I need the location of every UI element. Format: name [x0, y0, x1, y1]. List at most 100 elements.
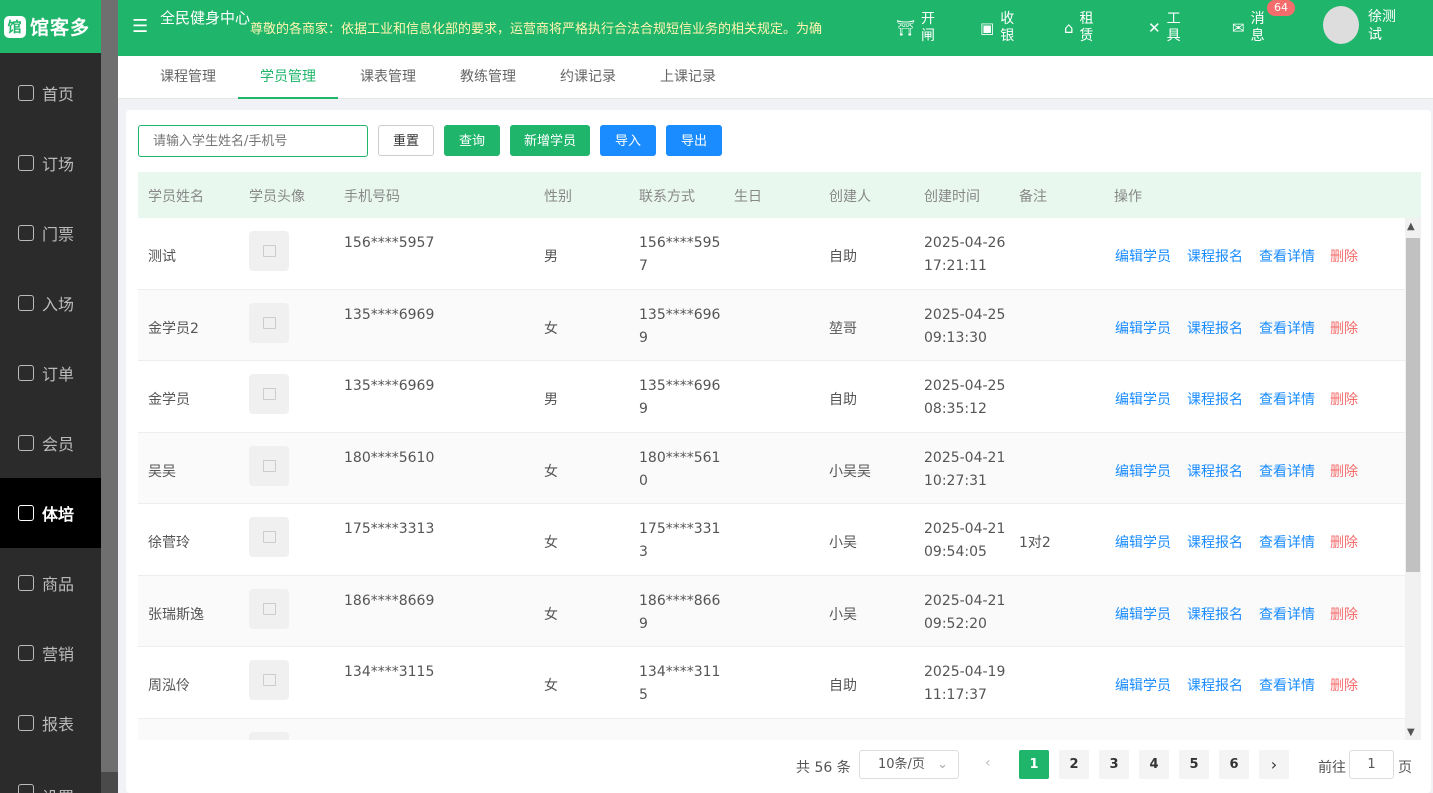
sidebar-item-marketing[interactable]: 营销	[0, 618, 101, 688]
query-button[interactable]: 查询	[444, 125, 500, 156]
table-row: 张瑞斯逸 186****8669 女 186****866 9 小吴 2025-04-21 0…	[138, 575, 1405, 647]
rent-label: 租赁	[1079, 11, 1094, 44]
created-date: 2025-04-21	[924, 449, 1006, 466]
page-size-select[interactable]: 10条/页 ⌄	[859, 750, 959, 779]
enroll-course-link[interactable]: 课程报名	[1187, 318, 1243, 338]
rent-button[interactable]: ⌂ 租赁	[1064, 10, 1096, 46]
tools-label: 工具	[1166, 11, 1181, 44]
menu-collapse-icon[interactable]: ☰	[132, 16, 152, 37]
avatar[interactable]	[1323, 6, 1359, 44]
sidebar-scrollbar-thumb[interactable]	[101, 0, 118, 772]
tab-coach[interactable]: 教练管理	[438, 56, 538, 99]
enroll-course-link[interactable]: 课程报名	[1187, 246, 1243, 266]
enroll-course-link[interactable]: 课程报名	[1187, 532, 1243, 552]
view-detail-link[interactable]: 查看详情	[1259, 318, 1315, 338]
student-name: 吴吴	[148, 463, 176, 480]
created-time: 17:21:11	[924, 258, 987, 274]
creator: 小吴	[829, 535, 857, 551]
scroll-up-icon[interactable]: ▲	[1407, 221, 1415, 232]
search-input[interactable]	[138, 125, 368, 157]
sidebar-item-label: 体培	[42, 505, 75, 524]
header-phone: 手机号码	[344, 189, 400, 205]
edit-student-link[interactable]: 编辑学员	[1115, 675, 1171, 695]
tab-attendance[interactable]: 上课记录	[638, 56, 738, 99]
page-5[interactable]: 5	[1179, 750, 1209, 779]
edit-student-link[interactable]: 编辑学员	[1115, 532, 1171, 552]
top-bar: ☰ 全民健身中心 尊敬的各商家：依据工业和信息化部的要求，运营商将严格执行合法合…	[118, 0, 1433, 56]
enroll-course-link[interactable]: 课程报名	[1187, 461, 1243, 481]
page-4[interactable]: 4	[1139, 750, 1169, 779]
tab-schedule[interactable]: 课表管理	[338, 56, 438, 99]
sidebar-item-court[interactable]: 订场	[0, 128, 101, 198]
view-detail-link[interactable]: 查看详情	[1259, 246, 1315, 266]
cashier-button[interactable]: ▣ 收银	[980, 10, 1016, 46]
sidebar-item-training[interactable]: 体培	[0, 478, 101, 548]
delete-link[interactable]: 删除	[1330, 246, 1358, 266]
add-student-button[interactable]: 新增学员	[510, 125, 590, 156]
enroll-course-link[interactable]: 课程报名	[1187, 389, 1243, 409]
delete-link[interactable]: 删除	[1330, 461, 1358, 481]
settings-icon	[18, 784, 34, 793]
enroll-course-link[interactable]: 课程报名	[1187, 604, 1243, 624]
delete-link[interactable]: 删除	[1330, 389, 1358, 409]
sidebar-item-ticket[interactable]: 门票	[0, 198, 101, 268]
view-detail-link[interactable]: 查看详情	[1259, 675, 1315, 695]
view-detail-link[interactable]: 查看详情	[1259, 461, 1315, 481]
tab-booking[interactable]: 约课记录	[538, 56, 638, 99]
sidebar-item-home[interactable]: 首页	[0, 58, 101, 128]
edit-student-link[interactable]: 编辑学员	[1115, 389, 1171, 409]
enroll-course-link[interactable]: 课程报名	[1187, 675, 1243, 695]
gender: 女	[544, 463, 558, 480]
tab-students[interactable]: 学员管理	[238, 56, 338, 99]
prev-page-icon[interactable]: ‹	[985, 755, 991, 771]
message-button[interactable]: ✉ 消息	[1232, 10, 1267, 46]
page-1[interactable]: 1	[1019, 750, 1049, 779]
goto-page-input[interactable]: 1	[1349, 750, 1394, 779]
scroll-down-icon[interactable]: ▼	[1407, 727, 1415, 738]
table-row	[138, 718, 1405, 740]
delete-link[interactable]: 删除	[1330, 675, 1358, 695]
sidebar-item-order[interactable]: 订单	[0, 338, 101, 408]
edit-student-link[interactable]: 编辑学员	[1115, 604, 1171, 624]
sidebar-item-member[interactable]: 会员	[0, 408, 101, 478]
view-detail-link[interactable]: 查看详情	[1259, 389, 1315, 409]
table-row: 金学员 135****6969 男 135****696 9 自助 2025-04-25 08…	[138, 361, 1405, 433]
page-3[interactable]: 3	[1099, 750, 1129, 779]
home-icon	[18, 85, 34, 101]
contact-line-2: 9	[639, 329, 648, 346]
delete-link[interactable]: 删除	[1330, 604, 1358, 624]
export-button[interactable]: 导出	[666, 125, 722, 156]
view-detail-link[interactable]: 查看详情	[1259, 532, 1315, 552]
note: 1对2	[1019, 535, 1051, 551]
created-time: 10:27:31	[924, 472, 987, 489]
tools-button[interactable]: ✕ 工具	[1148, 10, 1183, 46]
table-scrollbar-thumb[interactable]	[1406, 238, 1420, 572]
message-icon: ✉	[1232, 18, 1245, 37]
student-name: 周泓伶	[148, 678, 190, 694]
delete-link[interactable]: 删除	[1330, 318, 1358, 338]
page-6[interactable]: 6	[1219, 750, 1249, 779]
marketing-icon	[18, 645, 34, 661]
tab-course[interactable]: 课程管理	[138, 56, 238, 99]
phone-number: 134****3115	[344, 664, 435, 680]
table-row: 测试 156****5957 男 156****595 7 自助 2025-04-26 17:…	[138, 218, 1405, 290]
contact-line-1: 186****866	[639, 592, 721, 609]
sidebar-item-enter[interactable]: 入场	[0, 268, 101, 338]
created-time: 09:52:20	[924, 615, 987, 632]
view-detail-link[interactable]: 查看详情	[1259, 604, 1315, 624]
sidebar-item-label: 门票	[42, 225, 75, 244]
reset-button[interactable]: 重置	[378, 125, 434, 156]
page-2[interactable]: 2	[1059, 750, 1089, 779]
edit-student-link[interactable]: 编辑学员	[1115, 246, 1171, 266]
user-name[interactable]: 徐测试	[1368, 8, 1408, 44]
import-button[interactable]: 导入	[600, 125, 656, 156]
next-page-icon[interactable]: ›	[1259, 750, 1289, 779]
store-name[interactable]: 全民健身中心	[160, 8, 250, 28]
edit-student-link[interactable]: 编辑学员	[1115, 461, 1171, 481]
edit-student-link[interactable]: 编辑学员	[1115, 318, 1171, 338]
gender: 女	[544, 320, 558, 337]
gate-button[interactable]: ⛩ 开闸	[896, 10, 937, 46]
delete-link[interactable]: 删除	[1330, 532, 1358, 552]
sidebar-item-goods[interactable]: 商品	[0, 548, 101, 618]
sidebar-item-report[interactable]: 报表	[0, 688, 101, 758]
